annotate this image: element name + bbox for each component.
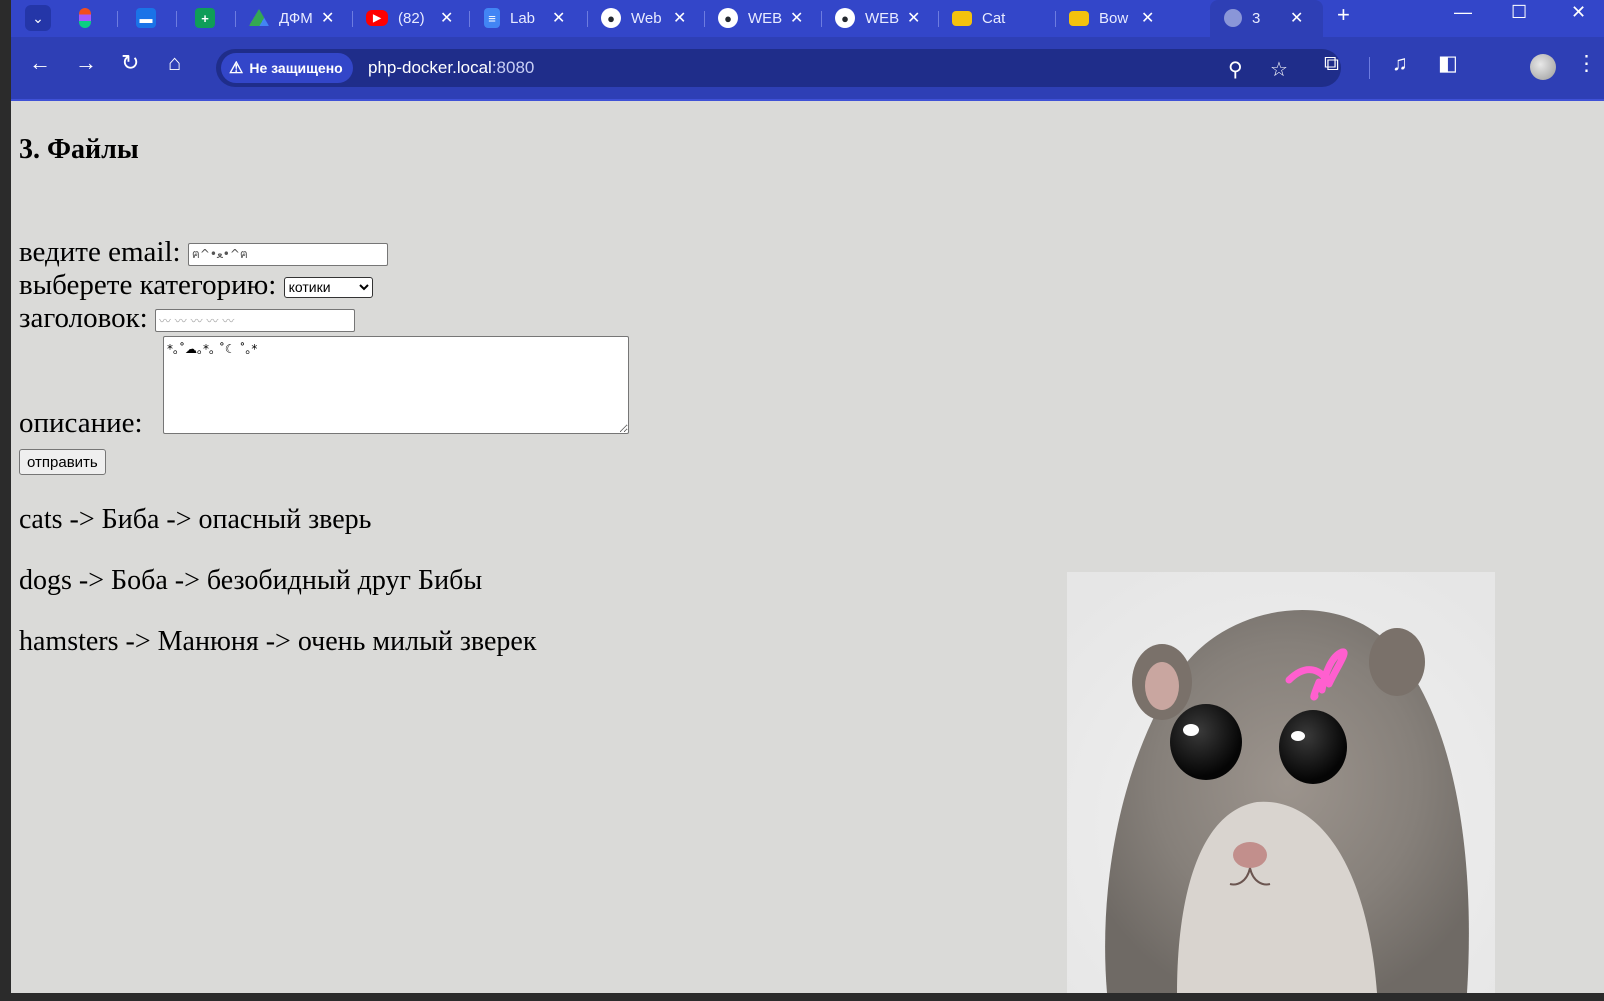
back-arrow-icon[interactable]: ← [29, 52, 51, 74]
avatar[interactable] [1530, 54, 1556, 80]
heading-field[interactable] [154, 308, 355, 332]
tab-youtube[interactable]: ▶ (82) ✕ [366, 2, 453, 34]
category-label: выберете категорию: [19, 269, 277, 301]
tab-search-button[interactable]: ⌄ [25, 2, 51, 34]
new-tab-plus-icon[interactable]: + [1337, 2, 1350, 28]
tab-label: 3 [1252, 9, 1261, 27]
tab-label: Cat [982, 9, 1006, 27]
github-icon: ● [718, 8, 738, 28]
github-icon: ● [835, 8, 855, 28]
submit-button[interactable]: отправить [19, 449, 106, 475]
heading-row: заголовок: [19, 302, 355, 335]
warning-icon: ⚠ [229, 60, 244, 77]
extensions-icon[interactable]: ⧉ [1324, 53, 1339, 74]
tab-label: WEB [748, 9, 782, 27]
folder-icon [952, 10, 972, 26]
tab-label: (82) [398, 9, 425, 27]
reload-icon[interactable]: ↻ [121, 52, 139, 74]
chat-icon: ▬ [136, 8, 156, 28]
close-icon[interactable]: ✕ [440, 8, 453, 28]
url-text[interactable]: php-docker.local:8080 [368, 58, 534, 78]
email-label: ведите email: [19, 236, 181, 268]
email-row: ведите email: [19, 236, 388, 269]
tab-figma[interactable] [79, 2, 91, 34]
close-icon[interactable]: ✕ [321, 8, 334, 28]
list-item: hamsters -> Манюня -> очень милый зверек [19, 626, 537, 657]
heading-label: заголовок: [19, 302, 148, 334]
forward-arrow-icon[interactable]: → [75, 52, 97, 74]
tab-drive[interactable]: ДФМ ✕ [249, 2, 334, 34]
tab-chat[interactable]: ▬ [136, 2, 156, 34]
close-icon[interactable]: ✕ [907, 8, 920, 28]
tab-label: Web [631, 9, 662, 27]
tab-active[interactable]: 3 ✕ [1210, 0, 1323, 37]
folder-icon [1069, 10, 1089, 26]
hamster-image [1067, 572, 1495, 993]
close-icon[interactable]: ✕ [1141, 8, 1154, 28]
tab-sheets[interactable]: + [195, 2, 215, 34]
description-label: описание: [19, 407, 143, 439]
youtube-icon: ▶ [366, 10, 388, 26]
globe-icon [1224, 9, 1242, 27]
close-icon[interactable]: ✕ [552, 8, 565, 28]
category-select[interactable]: котики [283, 276, 373, 298]
bookmark-star-icon[interactable]: ☆ [1270, 57, 1288, 82]
security-indicator[interactable]: ⚠ Не защищено [221, 53, 353, 83]
zoom-icon[interactable]: ⚲ [1228, 57, 1243, 82]
media-controls-icon[interactable]: ♫ [1392, 53, 1408, 74]
tab-label: WEB [865, 9, 899, 27]
description-textarea[interactable]: *｡˚☁｡*｡ ˚☾ ˚｡* [163, 336, 629, 434]
category-row: выберете категорию: котики [19, 269, 373, 302]
email-field[interactable] [187, 242, 388, 266]
minimize-icon[interactable]: — [1454, 2, 1472, 23]
github-icon: ● [601, 8, 621, 28]
sheets-icon: + [195, 8, 215, 28]
tab-folder-cat[interactable]: Cat [952, 2, 1016, 34]
tab-label: Lab [510, 9, 536, 27]
browser-toolbar: ← → ↻ ⌂ ⚠ Не защищено php-docker.local:8… [11, 37, 1604, 101]
figma-icon [79, 8, 91, 28]
taskbar-strip [0, 993, 1604, 1001]
tab-github-3[interactable]: ● WEB ✕ [835, 2, 920, 34]
tab-folder-bow[interactable]: Bow ✕ [1069, 2, 1154, 34]
list-item: dogs -> Боба -> безобидный друг Бибы [19, 565, 483, 596]
background-window-strip [0, 0, 11, 1001]
home-icon[interactable]: ⌂ [168, 52, 181, 74]
maximize-icon[interactable]: ☐ [1511, 2, 1527, 23]
tab-github-1[interactable]: ● Web ✕ [601, 2, 686, 34]
drive-icon [249, 9, 269, 26]
docs-icon: ≡ [484, 8, 500, 28]
window-close-icon[interactable]: ✕ [1571, 2, 1586, 23]
side-panel-icon[interactable]: ◧ [1438, 53, 1458, 74]
tab-docs[interactable]: ≡ Lab ✕ [484, 2, 565, 34]
tab-label: Bow [1099, 9, 1129, 27]
tab-label: ДФМ [279, 9, 313, 27]
close-icon[interactable]: ✕ [673, 8, 686, 28]
close-icon[interactable]: ✕ [1290, 8, 1303, 28]
address-bar[interactable]: ⚠ Не защищено php-docker.local:8080 ⚲ ☆ [216, 49, 1341, 87]
page-title: 3. Файлы [19, 134, 139, 165]
list-item: cats -> Биба -> опасный зверь [19, 504, 372, 535]
close-icon[interactable]: ✕ [790, 8, 803, 28]
menu-dots-icon[interactable]: ⋮ [1576, 53, 1597, 74]
chevron-down-icon: ⌄ [25, 5, 51, 31]
tab-bar: ⌄ ▬ + ДФМ ✕ ▶ (82) ✕ ≡ Lab ✕ ● Web ✕ ● W… [11, 0, 1604, 37]
tab-github-2[interactable]: ● WEB ✕ [718, 2, 803, 34]
security-label: Не защищено [249, 60, 343, 76]
